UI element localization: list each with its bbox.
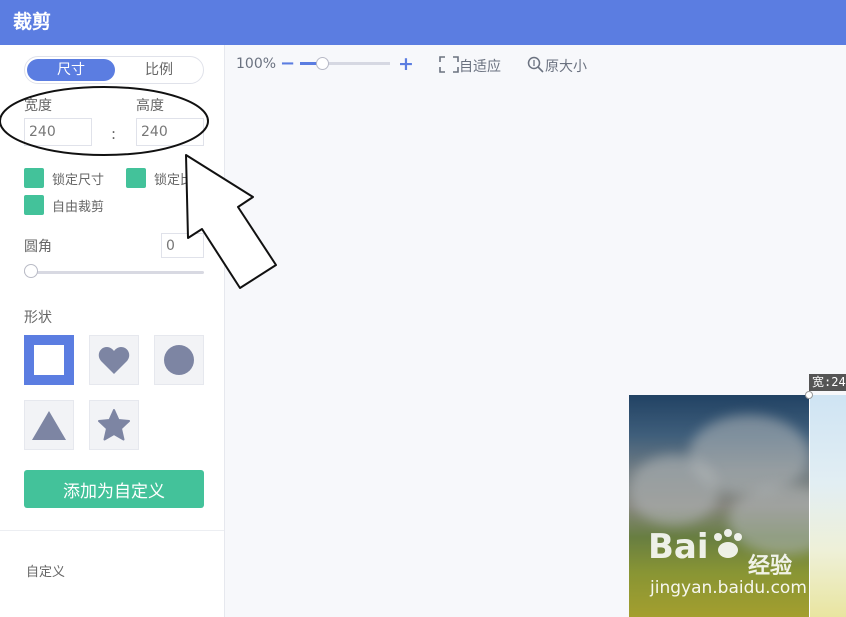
shape-square-button[interactable] xyxy=(24,335,74,385)
checkbox-label: 锁定比例 xyxy=(154,172,207,188)
window-title: 裁剪 xyxy=(0,0,846,45)
zoom-value: 100% xyxy=(236,56,277,72)
height-label: 高度 xyxy=(136,98,164,114)
crop-corner-handle[interactable] xyxy=(805,391,813,399)
crop-size-label: 宽:24 xyxy=(809,374,846,391)
shape-star-button[interactable] xyxy=(89,400,139,450)
zoom-in-button[interactable]: + xyxy=(398,53,414,75)
watermark-logo-text: Bai xyxy=(648,527,709,567)
tab-ratio[interactable]: 比例 xyxy=(115,59,203,81)
fit-screen-icon xyxy=(439,56,459,73)
checkbox-label: 锁定尺寸 xyxy=(52,172,105,188)
heart-icon xyxy=(98,347,130,374)
paw-icon xyxy=(713,529,742,558)
fit-button[interactable]: 自适应 xyxy=(439,56,501,76)
checkbox-box xyxy=(24,195,44,215)
corner-radius-slider[interactable] xyxy=(24,271,204,274)
magnifier-icon xyxy=(527,56,544,73)
original-size-button[interactable]: 原大小 xyxy=(527,56,587,76)
square-icon xyxy=(34,345,64,375)
lock-ratio-checkbox[interactable]: 锁定比例 xyxy=(126,168,206,188)
star-icon xyxy=(98,409,130,441)
tab-size[interactable]: 尺寸 xyxy=(27,59,115,81)
mode-toggle: 尺寸 比例 xyxy=(24,56,204,84)
checkbox-box xyxy=(126,168,146,188)
checkbox-box xyxy=(24,168,44,188)
corner-radius-label: 圆角 xyxy=(24,239,52,255)
checkbox-label: 自由裁剪 xyxy=(52,199,105,215)
crop-box[interactable] xyxy=(809,395,846,617)
height-input[interactable] xyxy=(136,118,204,146)
shape-triangle-button[interactable] xyxy=(24,400,74,450)
width-label: 宽度 xyxy=(24,98,52,114)
circle-icon xyxy=(164,345,194,375)
shape-heart-button[interactable] xyxy=(89,335,139,385)
width-input[interactable] xyxy=(24,118,92,146)
shape-label: 形状 xyxy=(24,310,52,326)
divider xyxy=(0,530,224,531)
fit-label: 自适应 xyxy=(459,59,501,75)
custom-section-title: 自定义 xyxy=(26,565,66,580)
watermark-logo-cn: 经验 xyxy=(748,554,793,579)
corner-radius-slider-handle[interactable] xyxy=(24,264,38,278)
watermark-logo: Bai xyxy=(648,527,749,567)
free-crop-checkbox[interactable]: 自由裁剪 xyxy=(24,195,104,215)
shape-circle-button[interactable] xyxy=(154,335,204,385)
original-size-label: 原大小 xyxy=(545,59,587,75)
lock-size-checkbox[interactable]: 锁定尺寸 xyxy=(24,168,104,188)
zoom-out-button[interactable]: − xyxy=(280,53,295,74)
dimension-separator: : xyxy=(111,125,117,143)
corner-radius-input[interactable] xyxy=(161,233,204,258)
zoom-slider-handle[interactable] xyxy=(316,57,329,70)
crop-settings-panel: 尺寸 比例 宽度 高度 : 锁定尺寸 锁定比例 自由裁剪 圆角 形状 添 xyxy=(0,45,225,617)
watermark-url: jingyan.baidu.com xyxy=(650,578,807,598)
triangle-icon xyxy=(32,411,66,440)
add-custom-button[interactable]: 添加为自定义 xyxy=(24,470,204,508)
